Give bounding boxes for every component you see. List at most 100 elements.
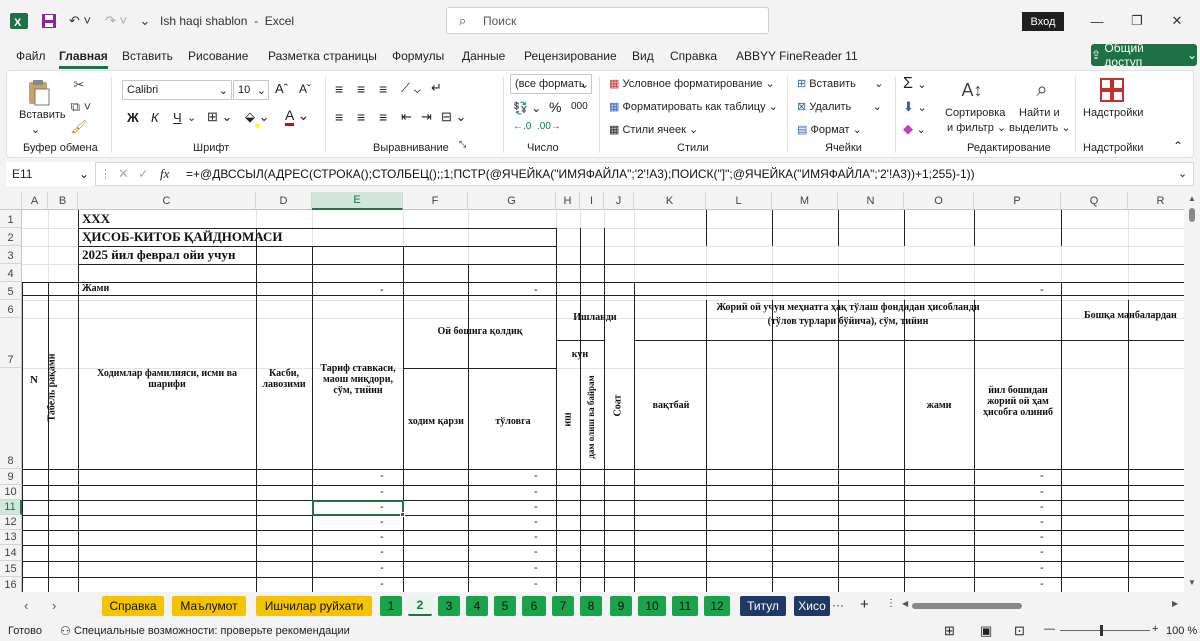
clear-icon[interactable]: ◆ ⌄ (903, 121, 926, 137)
scroll-down-icon[interactable]: ▼ (1188, 578, 1196, 587)
format-cells-button[interactable]: ▤ Формат ⌄ (797, 123, 862, 136)
column-header-a[interactable]: A (22, 192, 48, 210)
sheet-tab-16[interactable]: Титул (740, 596, 786, 616)
share-button[interactable]: ⇪ Общий доступ ⌄ (1091, 41, 1197, 69)
align-left-icon[interactable]: ≡ (335, 109, 343, 125)
expand-formula-icon[interactable]: ⌄ (1178, 167, 1187, 180)
sheet-tab-11[interactable]: 8 (580, 596, 602, 616)
hscroll-right-icon[interactable]: ▶ (1172, 599, 1178, 608)
minimize-icon[interactable]: — (1082, 10, 1112, 32)
row-header-5[interactable]: 5 (0, 282, 22, 300)
fill-color-icon[interactable]: ⬙ ⌄ (245, 109, 270, 127)
increase-indent-icon[interactable]: ⇥ (421, 109, 432, 125)
row-header-10[interactable]: 10 (0, 485, 22, 500)
tab-formulas[interactable]: Формулы (392, 49, 444, 63)
percent-icon[interactable]: % (549, 99, 561, 115)
row-header-16[interactable]: 16 (0, 577, 22, 592)
decrease-decimal-icon[interactable]: .00→ (537, 121, 561, 132)
underline-dropdown-icon[interactable]: ⌄ (187, 111, 196, 124)
insert-function-icon[interactable]: fx (160, 166, 169, 182)
format-as-table-button[interactable]: ▦ Форматировать как таблицу ⌄ (609, 100, 778, 113)
insert-cells-button[interactable]: ⊞ Вставить ⌄ (797, 77, 883, 90)
sheet-tab-2[interactable]: Маълумот (172, 596, 246, 616)
row-header-11[interactable]: 11 (0, 500, 22, 515)
align-middle-icon[interactable]: ≡ (357, 81, 365, 97)
column-header-q[interactable]: Q (1061, 192, 1128, 210)
normal-view-icon[interactable]: ⊞ (944, 623, 955, 639)
enter-icon[interactable]: ✓ (138, 166, 149, 182)
sheet-tab-4[interactable]: 1 (380, 596, 402, 616)
borders-icon[interactable]: ⊞ ⌄ (207, 109, 232, 125)
orientation-icon[interactable]: ⟋ ⌄ (401, 80, 421, 96)
scroll-up-icon[interactable]: ▲ (1188, 194, 1196, 203)
row-header-14[interactable]: 14 (0, 545, 22, 561)
currency-icon[interactable]: 💱 ⌄ (513, 101, 541, 115)
wrap-text-icon[interactable]: ↵ (431, 80, 442, 96)
accessibility-status[interactable]: Специальные возможности: проверьте реком… (74, 625, 350, 637)
column-header-r[interactable]: R (1128, 192, 1184, 210)
underline-button[interactable]: Ч (173, 110, 182, 125)
column-header-j[interactable]: J (604, 192, 634, 210)
paste-label[interactable]: Вставить (19, 109, 66, 121)
login-button[interactable]: Вход (1022, 12, 1064, 31)
formula-text[interactable]: =+@ДВССЫЛ(АДРЕС(СТРОКА();СТОЛБЕЦ();;1;ПС… (186, 167, 975, 181)
sheet-tab-10[interactable]: 7 (552, 596, 574, 616)
undo-icon[interactable]: ↶ ˅ (64, 10, 96, 32)
row-header-3[interactable]: 3 (0, 246, 22, 264)
fill-icon[interactable]: ⬇ ⌄ (903, 99, 927, 115)
fill-handle[interactable] (400, 512, 405, 517)
tab-scroll-left-icon[interactable]: ‹ (24, 598, 28, 613)
row-header-1[interactable]: 1 (0, 210, 22, 228)
tab-scroll-right-icon[interactable]: › (52, 598, 56, 613)
column-header-d[interactable]: D (256, 192, 312, 210)
row-header-2[interactable]: 2 (0, 228, 22, 246)
column-header-l[interactable]: L (706, 192, 772, 210)
row-header-4[interactable]: 4 (0, 264, 22, 282)
search-box[interactable]: ⌕ Поиск (446, 7, 769, 34)
customize-toolbar-icon[interactable]: ⌄ (138, 10, 152, 32)
sheet-tab-13[interactable]: 10 (638, 596, 666, 616)
row-header-15[interactable]: 15 (0, 561, 22, 577)
sheet-tab-6[interactable]: 3 (438, 596, 460, 616)
tab-help[interactable]: Справка (670, 49, 717, 63)
number-format-select[interactable]: (все формать ⌄ (510, 74, 592, 94)
column-header-f[interactable]: F (403, 192, 468, 210)
horizontal-scroll-thumb[interactable] (912, 603, 1022, 609)
decrease-font-icon[interactable]: Aˇ (299, 82, 311, 96)
column-header-i[interactable]: I (580, 192, 604, 210)
page-break-view-icon[interactable]: ⊡ (1014, 623, 1025, 639)
zoom-in-icon[interactable]: + (1152, 623, 1158, 635)
sort-filter-button[interactable]: и фильтр ⌄ (947, 121, 1006, 134)
align-top-icon[interactable]: ≡ (335, 81, 343, 97)
sheet-tab-14[interactable]: 11 (672, 596, 698, 616)
sheet-tab-15[interactable]: 12 (704, 596, 730, 616)
column-header-c[interactable]: C (78, 192, 256, 210)
increase-decimal-icon[interactable]: ←.0 (513, 121, 531, 132)
selected-cell-e11[interactable] (312, 500, 404, 516)
column-header-g[interactable]: G (468, 192, 556, 210)
row-header-12[interactable]: 12 (0, 515, 22, 530)
tab-view[interactable]: Вид (632, 49, 654, 63)
sheet-tab-9[interactable]: 6 (522, 596, 546, 616)
tab-insert[interactable]: Вставить (122, 49, 173, 63)
save-icon[interactable] (38, 10, 60, 32)
accessibility-icon[interactable]: ⚇ (60, 624, 71, 638)
row-header-7[interactable]: 7 (0, 318, 22, 368)
zoom-slider-handle[interactable] (1100, 625, 1103, 636)
vertical-scroll-thumb[interactable] (1189, 208, 1195, 222)
font-size-select[interactable]: 10 ⌄ (233, 80, 269, 100)
column-header-m[interactable]: M (772, 192, 838, 210)
find-select-label-1[interactable]: Найти и (1019, 107, 1060, 119)
delete-cells-button[interactable]: ⊠ Удалить ⌄ (797, 100, 882, 113)
name-box[interactable]: E11 ⌄ (6, 162, 96, 186)
zoom-slider[interactable] (1060, 630, 1150, 631)
column-header-o[interactable]: O (904, 192, 974, 210)
vertical-scrollbar[interactable]: ▲ ▼ (1184, 192, 1200, 592)
more-tabs-icon[interactable]: ··· (832, 598, 844, 612)
tab-home[interactable]: Главная (59, 49, 108, 69)
tab-review[interactable]: Рецензирование (524, 49, 617, 63)
paste-icon[interactable] (21, 77, 55, 109)
conditional-formatting-button[interactable]: ▦ Условное форматирование ⌄ (609, 77, 775, 90)
add-sheet-icon[interactable]: + (860, 596, 869, 613)
align-right-icon[interactable]: ≡ (379, 109, 387, 125)
